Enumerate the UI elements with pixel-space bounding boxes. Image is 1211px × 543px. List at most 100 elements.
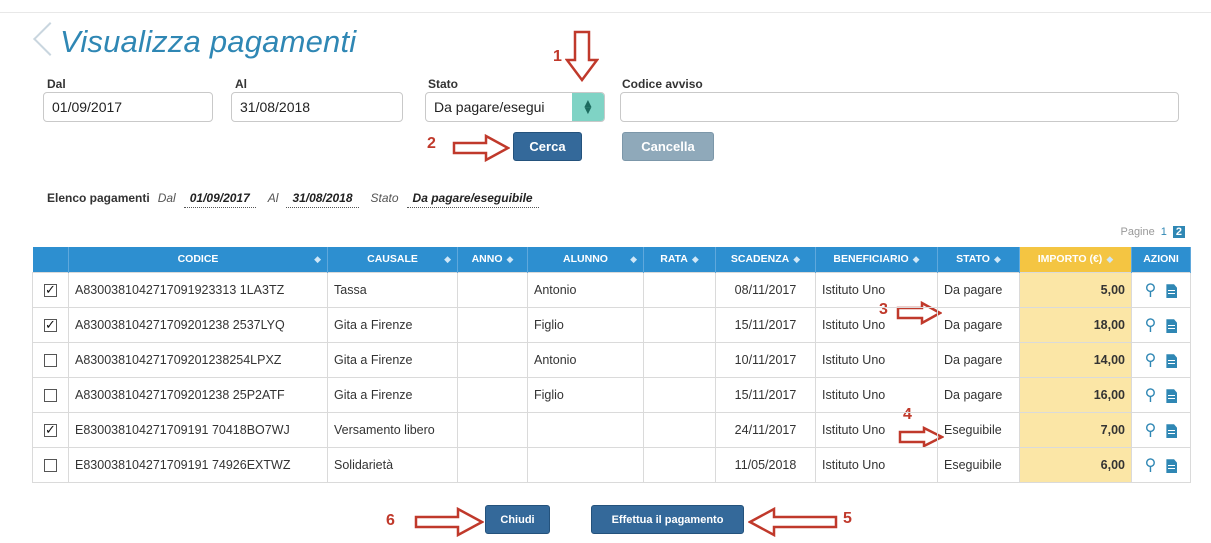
cell-alunno	[527, 446, 644, 483]
column-header-rata[interactable]: RATA ◆	[643, 247, 716, 272]
table-row[interactable]: A8300381042717091923313 1LA3TZTassa Anton…	[32, 271, 1191, 308]
cell-azioni: ⚲	[1131, 446, 1191, 483]
pager-label: Pagine	[1120, 226, 1155, 238]
title-area: Visualizza pagamenti	[32, 22, 356, 62]
search-icon[interactable]: ⚲	[1145, 280, 1157, 300]
cell-anno	[457, 271, 528, 308]
cell-beneficiario: Istituto Uno	[815, 446, 938, 483]
codice-avviso-input[interactable]	[620, 92, 1179, 122]
column-header-beneficiario[interactable]: BENEFICIARIO ◆	[815, 247, 938, 272]
row-checkbox[interactable]	[44, 458, 57, 472]
sort-icon[interactable]: ◆	[994, 254, 1001, 264]
cancella-button[interactable]: Cancella	[622, 132, 714, 161]
table-row[interactable]: A830038104271709201238 25P2ATF Gita a Fir…	[32, 376, 1191, 413]
document-icon[interactable]	[1166, 459, 1178, 474]
cell-stato: Da pagare	[937, 376, 1020, 413]
updown-arrows-icon[interactable]: ▲ ▼	[572, 93, 604, 121]
column-header-alunno[interactable]: ALUNNO ◆	[527, 247, 644, 272]
document-icon[interactable]	[1166, 424, 1178, 439]
sort-icon[interactable]: ◆	[444, 254, 451, 265]
cell-causale: Versamento libero	[327, 411, 458, 448]
annotation-number: 2	[427, 135, 436, 152]
cell-stato: Da pagare	[937, 271, 1020, 308]
header-label: BENEFICIARIO	[833, 253, 909, 266]
cell-importo: 7,00	[1019, 411, 1132, 448]
payments-table: CODICE ◆ CAUSALE ◆ ANNO ◆ ALUNNO ◆ RATA ◆ SCA…	[32, 247, 1191, 483]
search-icon[interactable]: ⚲	[1145, 350, 1157, 370]
cell-stato: Eseguibile	[937, 411, 1020, 448]
header-label: ALUNNO	[563, 253, 608, 266]
cell-rata	[643, 271, 716, 308]
cell-select	[32, 271, 69, 308]
cell-rata	[643, 376, 716, 413]
table-row[interactable]: E830038104271709191 74926EXTWZ Solidariet…	[32, 446, 1191, 483]
document-icon[interactable]	[1166, 284, 1178, 299]
summary-dal-label: Dal	[157, 191, 176, 205]
column-header-causale[interactable]: CAUSALE ◆	[327, 247, 458, 272]
column-header-importo[interactable]: IMPORTO (€) ◆	[1019, 247, 1132, 272]
cerca-button[interactable]: Cerca	[513, 132, 582, 161]
sort-icon[interactable]: ◆	[692, 254, 699, 264]
row-checkbox[interactable]	[44, 282, 57, 298]
cell-codice: A830038104271709201238254LPXZ	[68, 341, 328, 378]
cell-select	[32, 341, 69, 378]
document-icon[interactable]	[1166, 389, 1178, 404]
summary-dal-value: 01/09/2017	[183, 191, 256, 208]
summary-stato-label: Stato	[370, 191, 399, 205]
codice-avviso-label: Codice avviso	[622, 77, 703, 91]
search-icon[interactable]: ⚲	[1145, 385, 1157, 405]
cell-causale: Gita a Firenze	[327, 376, 458, 413]
cell-alunno: Figlio	[527, 306, 644, 343]
table-row[interactable]: A830038104271709201238254LPXZ Gita a Fire…	[32, 341, 1191, 378]
top-divider	[0, 12, 1211, 13]
back-chevron-icon	[32, 23, 54, 61]
stato-select[interactable]: Da pagare/esegui ▲ ▼	[425, 92, 605, 122]
row-checkbox[interactable]	[44, 388, 57, 402]
cell-codice: A830038104271709201238 2537LYQ	[68, 306, 328, 343]
column-header-select	[32, 247, 69, 272]
table-header-row: CODICE ◆ CAUSALE ◆ ANNO ◆ ALUNNO ◆ RATA ◆ SCA…	[32, 247, 1191, 272]
al-date-input[interactable]: 31/08/2018	[231, 92, 403, 122]
annotation-number: 5	[843, 510, 852, 527]
table-row[interactable]: E830038104271709191 70418BO7WJVersamento…	[32, 411, 1191, 448]
row-checkbox[interactable]	[44, 422, 57, 438]
cell-azioni: ⚲	[1131, 341, 1191, 378]
page-link-active[interactable]: 2	[1172, 226, 1185, 238]
chiudi-button[interactable]: Chiudi	[485, 505, 550, 534]
sort-icon[interactable]: ◆	[507, 254, 514, 264]
summary-bar: Elenco pagamenti Dal 01/09/2017 Al 31/08…	[47, 191, 551, 213]
sort-icon[interactable]: ◆	[1106, 254, 1113, 264]
table-row[interactable]: A830038104271709201238 2537LYQGita a Fir…	[32, 306, 1191, 343]
search-icon[interactable]: ⚲	[1145, 455, 1157, 475]
sort-icon[interactable]: ◆	[793, 254, 800, 264]
document-icon[interactable]	[1166, 354, 1178, 369]
annotation-number: 1	[553, 48, 562, 65]
cell-codice: A8300381042717091923313 1LA3TZ	[68, 271, 328, 308]
effettua-pagamento-button[interactable]: Effettua il pagamento	[591, 505, 744, 534]
cell-importo: 16,00	[1019, 376, 1132, 413]
column-header-codice[interactable]: CODICE ◆	[68, 247, 328, 272]
sort-icon[interactable]: ◆	[913, 254, 920, 264]
cell-rata	[643, 446, 716, 483]
sort-icon[interactable]: ◆	[630, 254, 637, 265]
annotation-number: 6	[386, 512, 395, 529]
sort-icon[interactable]: ◆	[314, 254, 321, 265]
cell-alunno	[527, 411, 644, 448]
dal-date-input[interactable]: 01/09/2017	[43, 92, 213, 122]
column-header-scadenza[interactable]: SCADENZA ◆	[715, 247, 816, 272]
row-checkbox[interactable]	[44, 317, 57, 333]
column-header-stato[interactable]: STATO ◆	[937, 247, 1020, 272]
search-icon[interactable]: ⚲	[1145, 420, 1157, 440]
cell-scadenza: 15/11/2017	[715, 376, 816, 413]
column-header-azioni: AZIONI	[1131, 247, 1191, 272]
down-arrow-icon	[565, 30, 599, 82]
row-checkbox[interactable]	[44, 353, 57, 367]
cell-azioni: ⚲	[1131, 411, 1191, 448]
cell-codice: A830038104271709201238 25P2ATF	[68, 376, 328, 413]
search-icon[interactable]: ⚲	[1145, 315, 1157, 335]
cell-anno	[457, 411, 528, 448]
cell-beneficiario: Istituto Uno	[815, 341, 938, 378]
page-link[interactable]: 1	[1161, 226, 1167, 238]
column-header-anno[interactable]: ANNO ◆	[457, 247, 528, 272]
document-icon[interactable]	[1166, 319, 1178, 334]
